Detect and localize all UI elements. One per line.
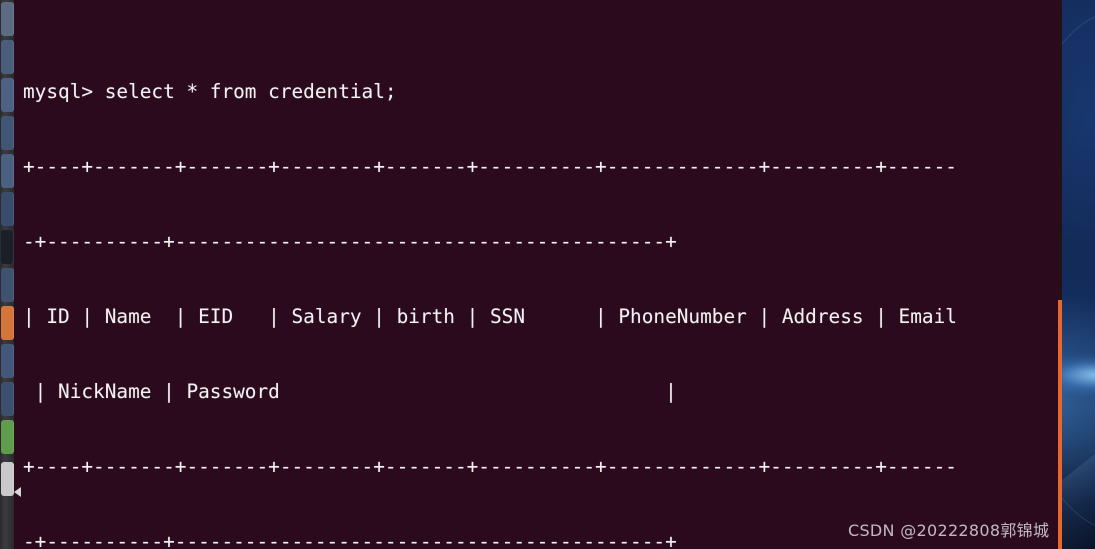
launcher-icon-music-player[interactable] bbox=[1, 154, 14, 188]
launcher-icon-terminal-app[interactable] bbox=[1, 306, 14, 340]
table-border-top-1: +----+-------+-------+--------+-------+-… bbox=[23, 155, 957, 178]
table-border-top-2: -+----------+---------------------------… bbox=[23, 230, 677, 253]
launcher-icon-software-center[interactable] bbox=[1, 230, 14, 264]
table-border-mid-1: +----+-------+-------+--------+-------+-… bbox=[23, 455, 957, 478]
terminal-window[interactable]: mysql> select * from credential; +----+-… bbox=[14, 0, 1062, 549]
terminal-scrollbar-thumb[interactable] bbox=[1058, 300, 1062, 549]
launcher-icon-trash-bin[interactable] bbox=[1, 462, 14, 496]
terminal-output: mysql> select * from credential; +----+-… bbox=[23, 4, 1062, 549]
launcher-icon-text-editor[interactable] bbox=[1, 344, 14, 378]
unity-launcher[interactable] bbox=[0, 0, 14, 549]
table-header-2: | NickName | Password | bbox=[23, 380, 677, 403]
launcher-icon-mail-client[interactable] bbox=[1, 116, 14, 150]
launcher-icon-seed-labs-vm[interactable] bbox=[1, 420, 14, 454]
prompt-line: mysql> select * from credential; bbox=[23, 80, 397, 103]
launcher-icon-vm-workstation[interactable] bbox=[1, 382, 14, 416]
screen: mysql> select * from credential; +----+-… bbox=[0, 0, 1095, 549]
csdn-watermark: CSDN @20222808郭锦城 bbox=[848, 521, 1050, 540]
launcher-icon-files-manager[interactable] bbox=[1, 40, 14, 74]
launcher-icon-dash-home[interactable] bbox=[1, 2, 14, 36]
terminal-scrollbar[interactable] bbox=[1058, 0, 1062, 549]
launcher-icon-web-browser[interactable] bbox=[1, 78, 14, 112]
launcher-icon-system-settings[interactable] bbox=[1, 268, 14, 302]
launcher-icon-photo-viewer[interactable] bbox=[1, 192, 14, 226]
table-header-1: | ID | Name | EID | Salary | birth | SSN… bbox=[23, 305, 957, 328]
resize-handle-arrow-icon[interactable] bbox=[14, 487, 21, 497]
